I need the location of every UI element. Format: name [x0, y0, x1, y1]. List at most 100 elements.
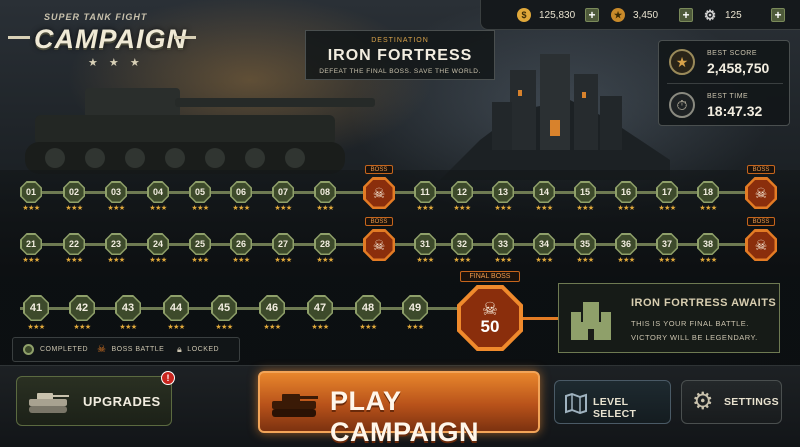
level-node[interactable]: 01 ★★★: [20, 181, 42, 212]
castle-icon: [571, 302, 611, 340]
gear-icon: ⚙: [703, 6, 717, 23]
level-frame: 06: [230, 181, 252, 203]
add-medals-button[interactable]: +: [679, 8, 693, 22]
boss-level-node[interactable]: BOSS ☠: [745, 165, 777, 209]
map-legend: COMPLETED ☠ BOSS BATTLE 🔒︎ LOCKED: [12, 337, 240, 362]
level-node[interactable]: 43 ★★★: [115, 295, 141, 331]
level-node[interactable]: 41 ★★★: [23, 295, 49, 331]
level-stars: ★★★: [416, 205, 434, 212]
level-number: 04: [148, 182, 168, 202]
level-node[interactable]: 12 ★★★: [451, 181, 473, 212]
boss-level-node[interactable]: BOSS ☠: [363, 217, 395, 261]
star-medal-icon: ★: [611, 8, 625, 22]
level-number: 16: [616, 182, 636, 202]
level-node[interactable]: 17 ★★★: [656, 181, 678, 212]
level-number: 26: [231, 234, 251, 254]
level-node[interactable]: 03 ★★★: [105, 181, 127, 212]
settings-button[interactable]: ⚙ SETTINGS: [681, 380, 782, 424]
level-node[interactable]: 32 ★★★: [451, 233, 473, 264]
level-node[interactable]: 21 ★★★: [20, 233, 42, 264]
coins-value: 125,830: [539, 9, 576, 21]
level-frame: 31: [414, 233, 436, 255]
level-stars: ★★★: [232, 205, 250, 212]
level-node[interactable]: 34 ★★★: [533, 233, 555, 264]
level-frame: 47: [307, 295, 333, 321]
level-node[interactable]: 35 ★★★: [574, 233, 596, 264]
level-frame: 49: [402, 295, 428, 321]
parts-value: 125: [725, 9, 742, 21]
level-node[interactable]: 26 ★★★: [230, 233, 252, 264]
level-node[interactable]: 45 ★★★: [211, 295, 237, 331]
level-node[interactable]: 33 ★★★: [492, 233, 514, 264]
level-node[interactable]: 05 ★★★: [189, 181, 211, 212]
level-select-button[interactable]: LEVEL SELECT: [554, 380, 671, 424]
level-node[interactable]: 11 ★★★: [414, 181, 436, 212]
level-number: 35: [575, 234, 595, 254]
level-number: 17: [657, 182, 677, 202]
level-node[interactable]: 14 ★★★: [533, 181, 555, 212]
level-node[interactable]: 23 ★★★: [105, 233, 127, 264]
level-node[interactable]: 42 ★★★: [69, 295, 95, 331]
boss-level-node[interactable]: BOSS ☠: [363, 165, 395, 209]
level-stars: ★★★: [535, 257, 553, 264]
best-time: ⏱ BEST TIME 18:47.32: [659, 84, 791, 126]
level-number: 03: [106, 182, 126, 202]
level-stars: ★★★: [494, 257, 512, 264]
level-stars: ★★★: [107, 205, 125, 212]
level-node[interactable]: 27 ★★★: [272, 233, 294, 264]
level-stars: ★★★: [73, 324, 91, 331]
level-node[interactable]: 25 ★★★: [189, 233, 211, 264]
level-node[interactable]: 31 ★★★: [414, 233, 436, 264]
level-frame: 34: [533, 233, 555, 255]
level-node[interactable]: 49 ★★★: [402, 295, 428, 331]
level-node[interactable]: 06 ★★★: [230, 181, 252, 212]
level-stars: ★★★: [453, 257, 471, 264]
level-node[interactable]: 07 ★★★: [272, 181, 294, 212]
level-node[interactable]: 04 ★★★: [147, 181, 169, 212]
level-stars: ★★★: [699, 257, 717, 264]
play-campaign-button[interactable]: PLAY CAMPAIGN: [258, 371, 540, 447]
level-frame: 42: [69, 295, 95, 321]
level-node[interactable]: 36 ★★★: [615, 233, 637, 264]
level-node[interactable]: 46 ★★★: [259, 295, 285, 331]
level-node[interactable]: 24 ★★★: [147, 233, 169, 264]
level-frame: 37: [656, 233, 678, 255]
level-node[interactable]: 02 ★★★: [63, 181, 85, 212]
currency-medals: ★ 3,450 +: [611, 6, 693, 24]
logo-subtitle: SUPER TANK FIGHT: [44, 12, 148, 22]
play-campaign-label: PLAY CAMPAIGN: [330, 386, 479, 447]
level-number: 15: [575, 182, 595, 202]
level-node[interactable]: 22 ★★★: [63, 233, 85, 264]
awaits-line-2: VICTORY WILL BE LEGENDARY.: [631, 333, 758, 342]
level-node[interactable]: 28 ★★★: [314, 233, 336, 264]
level-number: 07: [273, 182, 293, 202]
level-node[interactable]: 47 ★★★: [307, 295, 333, 331]
level-node[interactable]: 08 ★★★: [314, 181, 336, 212]
awaits-line-1: THIS IS YOUR FINAL BATTLE.: [631, 319, 749, 328]
level-frame: 43: [115, 295, 141, 321]
level-node[interactable]: 16 ★★★: [615, 181, 637, 212]
level-number: 21: [21, 234, 41, 254]
legend-locked: 🔒︎ LOCKED: [177, 344, 219, 355]
level-frame: 28: [314, 233, 336, 255]
final-boss-number: 50: [480, 317, 500, 336]
add-parts-button[interactable]: +: [771, 8, 785, 22]
level-frame: 14: [533, 181, 555, 203]
final-boss-node[interactable]: FINAL BOSS ☠ 50: [457, 271, 523, 351]
level-node[interactable]: 13 ★★★: [492, 181, 514, 212]
level-node[interactable]: 15 ★★★: [574, 181, 596, 212]
level-frame: 33: [492, 233, 514, 255]
level-stars: ★★★: [27, 324, 45, 331]
currency-coins: $ 125,830 +: [517, 6, 599, 24]
boss-level-node[interactable]: BOSS ☠: [745, 217, 777, 261]
level-stars: ★★★: [576, 205, 594, 212]
add-coins-button[interactable]: +: [585, 8, 599, 22]
level-frame: 27: [272, 233, 294, 255]
level-node[interactable]: 37 ★★★: [656, 233, 678, 264]
level-node[interactable]: 38 ★★★: [697, 233, 719, 264]
level-node[interactable]: 18 ★★★: [697, 181, 719, 212]
level-node[interactable]: 44 ★★★: [163, 295, 189, 331]
upgrades-button[interactable]: UPGRADES: [16, 376, 172, 426]
destination-title: IRON FORTRESS: [327, 47, 473, 64]
level-node[interactable]: 48 ★★★: [355, 295, 381, 331]
